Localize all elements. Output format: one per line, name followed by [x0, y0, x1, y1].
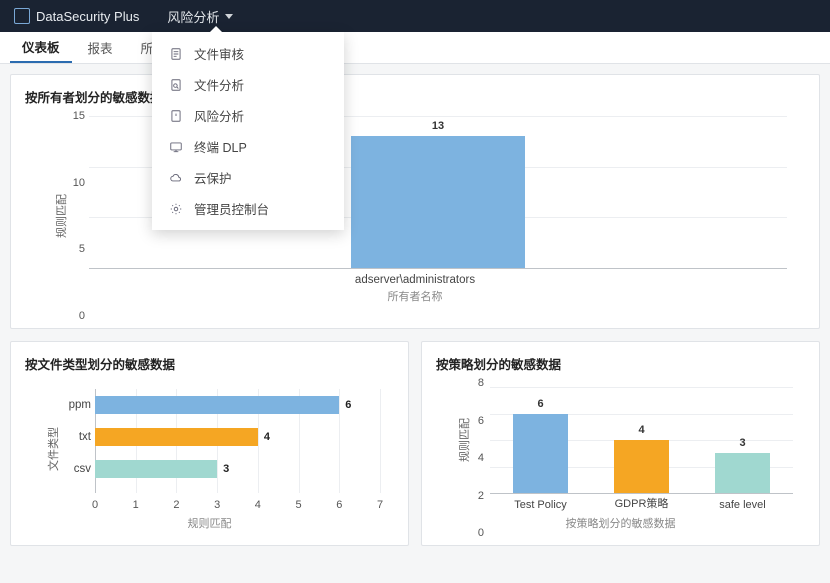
- bar[interactable]: [351, 136, 526, 268]
- tab-reports[interactable]: 报表: [76, 32, 125, 63]
- bar[interactable]: [95, 460, 217, 478]
- content-area: 按所有者划分的敏感数据 规则匹配 13 adserver\administrat…: [0, 64, 830, 556]
- menu-item-label: 终端 DLP: [194, 137, 247, 156]
- bar-value: 6: [345, 399, 351, 411]
- bar-slot: 6Test Policy: [490, 387, 591, 493]
- x-tick: 1: [133, 499, 139, 511]
- menu-item-endpoint-dlp[interactable]: 终端 DLP: [152, 131, 344, 162]
- tab-label: 报表: [88, 38, 113, 57]
- y-tick: 8: [466, 377, 484, 389]
- x-axis-label: 按策略划分的敏感数据: [436, 515, 805, 531]
- x-tick: 3: [214, 499, 220, 511]
- chart3-plot: 6Test Policy4GDPR策略3safe level: [490, 387, 793, 493]
- x-axis-label: 规则匹配: [25, 515, 394, 531]
- menu-item-label: 文件审核: [194, 44, 244, 63]
- brand: DataSecurity Plus: [0, 8, 153, 24]
- risk-analysis-icon: [168, 108, 184, 124]
- bar[interactable]: [715, 453, 770, 493]
- card-title: 按文件类型划分的敏感数据: [25, 354, 394, 373]
- menu-item-label: 文件分析: [194, 75, 244, 94]
- y-tick: 4: [466, 452, 484, 464]
- y-tick: 15: [63, 110, 85, 122]
- tab-dashboard[interactable]: 仪表板: [10, 32, 72, 63]
- grid-line: [89, 268, 787, 269]
- chart-by-type: 文件类型 01234567ppm6txt4csv3 规则匹配: [25, 383, 394, 533]
- y-axis-label: 规则匹配: [53, 194, 69, 238]
- bar-row: ppm6: [95, 389, 380, 421]
- bar-value: 13: [432, 120, 444, 132]
- bar-row: csv3: [95, 453, 380, 485]
- y-tick: 5: [63, 243, 85, 255]
- app-name: DataSecurity Plus: [36, 9, 139, 24]
- bar-category: Test Policy: [490, 499, 591, 511]
- bar[interactable]: [95, 396, 339, 414]
- menu-item-admin-console[interactable]: 管理员控制台: [152, 193, 344, 224]
- menu-item-label: 管理员控制台: [194, 199, 269, 218]
- bar[interactable]: [95, 428, 258, 446]
- x-tick: 4: [255, 499, 261, 511]
- y-tick: 2: [466, 490, 484, 502]
- bar-category: txt: [53, 431, 91, 443]
- card-title: 按策略划分的敏感数据: [436, 354, 805, 373]
- bar-category: ppm: [53, 399, 91, 411]
- bar-row: txt4: [95, 421, 380, 453]
- tab-label: 仪表板: [22, 37, 60, 56]
- x-tick: 2: [173, 499, 179, 511]
- nav-dropdown-label: 风险分析: [167, 7, 219, 26]
- x-tick: 5: [296, 499, 302, 511]
- file-analysis-icon: [168, 77, 184, 93]
- y-tick: 0: [466, 527, 484, 539]
- card-by-policy: 按策略划分的敏感数据 规则匹配 6Test Policy4GDPR策略3safe…: [421, 341, 820, 546]
- app-logo-icon: [14, 8, 30, 24]
- y-tick: 10: [63, 177, 85, 189]
- menu-item-label: 风险分析: [194, 106, 244, 125]
- chevron-down-icon: [225, 14, 233, 19]
- menu-item-risk-analysis[interactable]: 风险分析: [152, 100, 344, 131]
- card-by-type: 按文件类型划分的敏感数据 文件类型 01234567ppm6txt4csv3 规…: [10, 341, 409, 546]
- bar-value: 4: [638, 424, 644, 436]
- bar-category: GDPR策略: [591, 495, 692, 511]
- y-tick: 6: [466, 415, 484, 427]
- chart2-plot: 01234567ppm6txt4csv3: [95, 389, 380, 493]
- card-title: 按所有者划分的敏感数据: [25, 87, 805, 106]
- x-axis-category: adserver\administrators: [25, 274, 805, 286]
- file-audit-icon: [168, 46, 184, 62]
- grid-line: [490, 493, 793, 494]
- admin-console-icon: [168, 201, 184, 217]
- top-bar: DataSecurity Plus 风险分析: [0, 0, 830, 32]
- menu-item-label: 云保护: [194, 168, 232, 187]
- bar-value: 3: [739, 437, 745, 449]
- nav-dropdown-trigger[interactable]: 风险分析: [153, 0, 247, 32]
- tab-row: 仪表板 报表 所有权分: [0, 32, 830, 64]
- bar-slot: 4GDPR策略: [591, 387, 692, 493]
- menu-item-file-analysis[interactable]: 文件分析: [152, 69, 344, 100]
- bar-category: safe level: [692, 499, 793, 511]
- bar[interactable]: [513, 414, 568, 494]
- bar-value: 4: [264, 431, 270, 443]
- menu-item-file-audit[interactable]: 文件审核: [152, 38, 344, 69]
- menu-item-cloud-protect[interactable]: 云保护: [152, 162, 344, 193]
- bar-slot: 3safe level: [692, 387, 793, 493]
- bars-container: 6Test Policy4GDPR策略3safe level: [490, 387, 793, 493]
- chart-by-owner: 规则匹配 13 adserver\administrators 所有者名称 05…: [25, 116, 805, 316]
- grid-line: [380, 389, 381, 493]
- endpoint-dlp-icon: [168, 139, 184, 155]
- nav-dropdown-menu: 文件审核 文件分析 风险分析 终端 DLP 云保护 管理员控制台: [152, 32, 344, 230]
- x-tick: 0: [92, 499, 98, 511]
- bar-category: csv: [53, 463, 91, 475]
- cloud-protect-icon: [168, 170, 184, 186]
- x-axis-label: 所有者名称: [25, 288, 805, 304]
- y-tick: 0: [63, 310, 85, 322]
- cards-row-2: 按文件类型划分的敏感数据 文件类型 01234567ppm6txt4csv3 规…: [10, 341, 820, 546]
- bar-value: 6: [537, 398, 543, 410]
- x-tick: 7: [377, 499, 383, 511]
- bar[interactable]: [614, 440, 669, 493]
- x-tick: 6: [336, 499, 342, 511]
- card-by-owner: 按所有者划分的敏感数据 规则匹配 13 adserver\administrat…: [10, 74, 820, 329]
- chart-by-policy: 规则匹配 6Test Policy4GDPR策略3safe level 按策略划…: [436, 383, 805, 533]
- bar-value: 3: [223, 463, 229, 475]
